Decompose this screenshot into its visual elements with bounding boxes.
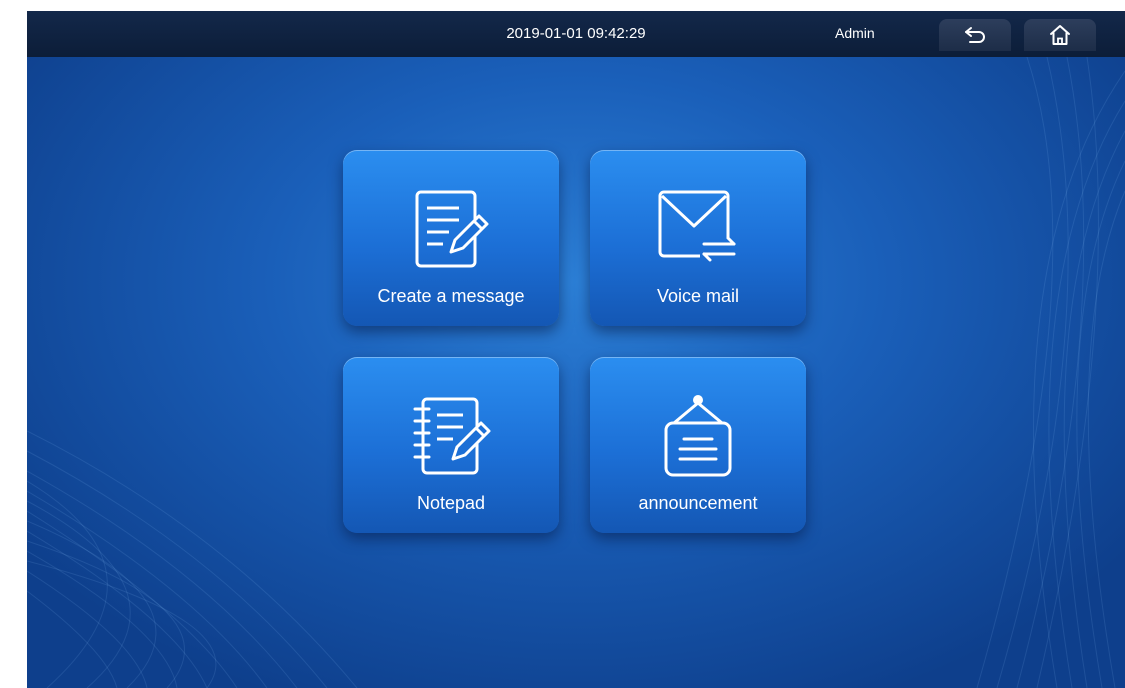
tile-label: Create a message <box>377 286 525 306</box>
tile-label: Notepad <box>416 493 486 513</box>
home-button[interactable] <box>1024 19 1096 51</box>
create-message-tile[interactable]: Create a message <box>343 150 559 326</box>
announcement-board-icon <box>664 395 732 477</box>
tile-label: Voice mail <box>656 286 740 306</box>
home-icon <box>1050 25 1070 45</box>
back-button[interactable] <box>939 19 1011 51</box>
compose-message-icon <box>415 190 489 268</box>
notepad-icon <box>413 397 491 475</box>
status-bar: 2019-01-01 09:42:29 Admin <box>27 11 1125 57</box>
voice-mail-tile[interactable]: Voice mail <box>590 150 806 326</box>
tile-label: announcement <box>638 493 758 513</box>
envelope-transfer-icon <box>658 190 736 262</box>
user-name: Admin <box>835 25 875 41</box>
home-screen: 2019-01-01 09:42:29 Admin Create a messa… <box>27 11 1125 688</box>
back-arrow-icon <box>965 27 985 43</box>
notepad-tile[interactable]: Notepad <box>343 357 559 533</box>
background-wave-pattern <box>27 56 1125 688</box>
announcement-tile[interactable]: announcement <box>590 357 806 533</box>
